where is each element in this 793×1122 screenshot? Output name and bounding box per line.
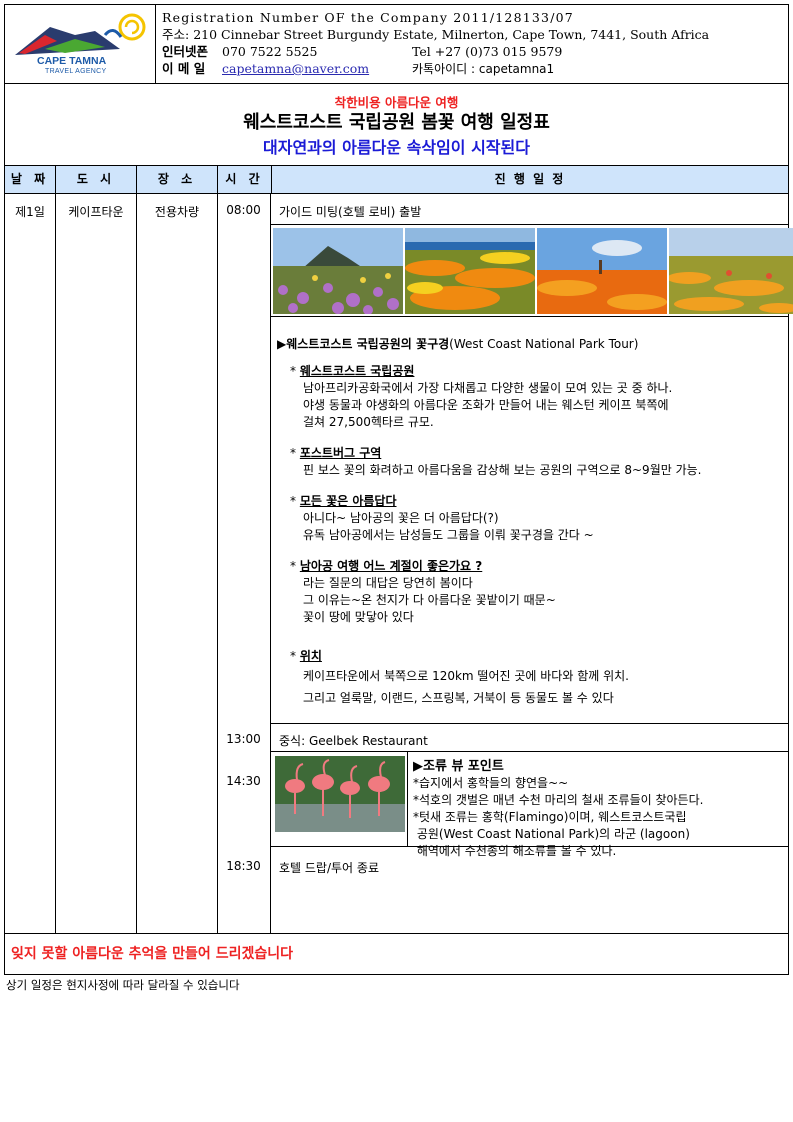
row-divider — [270, 846, 788, 847]
column-divider — [136, 193, 137, 933]
column-divider — [217, 193, 218, 933]
bird-viewpoint: ▶조류 뷰 포인트 *습지에서 홍학들의 향연을~~ *석호의 갯벌은 매년 수… — [413, 758, 788, 860]
flower-photo-strip — [273, 228, 793, 314]
logo-subtitle: TRAVEL AGENCY — [45, 68, 107, 75]
subtitle: 대자연과의 아름다운 속삭임이 시작된다 — [263, 138, 530, 157]
header-time: 시 간 — [218, 166, 272, 193]
tour-description: ▶웨스트코스트 국립공원의 꽃구경(West Coast National Pa… — [277, 336, 782, 709]
email-line: 이 메 일 capetamna@naver.com 카톡아이디 : capetamn… — [162, 60, 788, 78]
column-divider — [270, 193, 271, 933]
column-divider — [407, 751, 408, 846]
title-block: 착한비용 아름다운 여행 웨스트코스트 국립공원 봄꽃 여행 일정표 대자연과의… — [4, 84, 789, 166]
logo-name: CAPE TAMNA — [37, 55, 107, 67]
company-logo: CAPE TAMNA TRAVEL AGENCY — [5, 5, 156, 83]
row-divider — [270, 316, 788, 317]
address-line: 주소: 210 Cinnebar Street Burgundy Estate,… — [162, 26, 788, 43]
section-location: * 위치 케이프타운에서 북쪽으로 120km 떨어진 곳에 바다와 함께 위치… — [290, 649, 629, 705]
registration-number: Registration Number OF the Company 2011/… — [162, 10, 574, 25]
header-date: 날 짜 — [5, 166, 56, 193]
schedule-text: 가이드 미팅(호텔 로비) 출발 — [279, 205, 422, 219]
flower-photo-3 — [537, 228, 667, 314]
time-cell: 08:00 — [226, 203, 261, 217]
bird-line: *텃새 조류는 홍학(Flamingo)이며, 웨스트코스트국립 — [413, 810, 687, 824]
bird-line: 공원(West Coast National Park)의 라군 (lagoon… — [413, 827, 690, 841]
section-park: * 웨스트코스트 국립공원 남아프리카공화국에서 가장 다채롭고 다양한 생물이… — [290, 364, 673, 429]
tour-heading: ▶웨스트코스트 국립공원의 꽃구경(West Coast National Pa… — [277, 337, 639, 351]
flower-photo-1 — [273, 228, 403, 314]
row-divider — [270, 723, 788, 724]
section-flowers: * 모든 꽃은 아름답다 아니다~ 남아공의 꽃은 더 아름답다(?) 유독 남… — [290, 494, 594, 542]
time-cell: 18:30 — [226, 859, 261, 873]
city-cell: 케이프타운 — [68, 205, 124, 219]
closing-message: 잊지 못할 아름다운 추억을 만들어 드리겠습니다 — [4, 934, 789, 975]
address-label: 주소: — [162, 27, 190, 42]
header-schedule: 진 행 일 정 — [494, 172, 566, 186]
bird-title: ▶조류 뷰 포인트 — [413, 759, 504, 774]
time-cell: 13:00 — [226, 732, 261, 746]
bird-line: *습지에서 홍학들의 향연을~~ — [413, 776, 569, 790]
itinerary-page: CAPE TAMNA TRAVEL AGENCY Registration Nu… — [4, 4, 793, 993]
kakao-id: 카톡아이디 : capetamna1 — [412, 62, 555, 76]
row-divider — [270, 751, 788, 752]
internet-phone: 070 7522 5525 — [222, 44, 318, 59]
header-place: 장 소 — [137, 166, 218, 193]
company-info: Registration Number OF the Company 2011/… — [156, 5, 788, 83]
time-cell: 14:30 — [226, 774, 261, 788]
row-divider — [270, 224, 788, 225]
phone-line: 인터넷폰 070 7522 5525 Tel +27 (0)73 015 9579 — [162, 43, 788, 60]
flower-photo-4 — [669, 228, 793, 314]
itinerary-table: 날 짜 도 시 장 소 시 간 진 행 일 정 제1일 케이프타운 전용차량 0… — [4, 166, 793, 934]
address: 210 Cinnebar Street Burgundy Estate, Mil… — [193, 27, 710, 42]
footnote: 상기 일정은 현지사정에 따라 달라질 수 있습니다 — [6, 978, 240, 992]
page-title: 웨스트코스트 국립공원 봄꽃 여행 일정표 — [243, 112, 550, 133]
header-city: 도 시 — [56, 166, 137, 193]
email-link[interactable]: capetamna@naver.com — [222, 61, 369, 76]
place-cell: 전용차량 — [154, 205, 200, 219]
section-season: * 남아공 여행 어느 계절이 좋은가요 ? 라는 질문의 대답은 당연히 봄이… — [290, 559, 556, 624]
column-divider — [55, 193, 56, 933]
flamingo-photo — [275, 756, 405, 832]
section-postberg: * 포스트버그 구역 핀 보스 꽃의 화려하고 아름다움을 감상해 보는 공원의… — [290, 446, 702, 477]
schedule-text: 중식: Geelbek Restaurant — [279, 734, 428, 748]
table-header: 날 짜 도 시 장 소 시 간 진 행 일 정 — [5, 166, 788, 194]
day-cell: 제1일 — [15, 205, 45, 219]
tel-number: Tel +27 (0)73 015 9579 — [412, 44, 563, 59]
email-label: 이 메 일 — [162, 61, 206, 76]
flower-photo-2 — [405, 228, 535, 314]
company-header: CAPE TAMNA TRAVEL AGENCY Registration Nu… — [4, 4, 789, 84]
bird-line: *석호의 갯벌은 매년 수천 마리의 철새 조류들이 찾아든다. — [413, 793, 704, 807]
phone-label: 인터넷폰 — [162, 44, 209, 59]
schedule-text: 호텔 드랍/투어 종료 — [279, 861, 379, 875]
